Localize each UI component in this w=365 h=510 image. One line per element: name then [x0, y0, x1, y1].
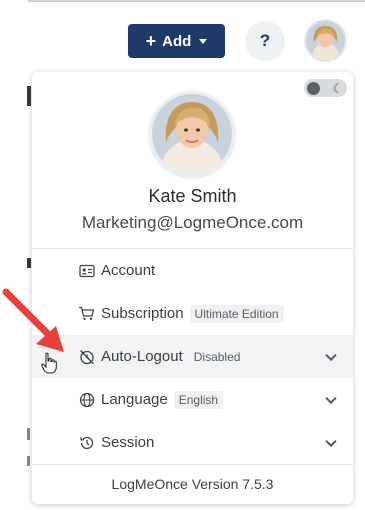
- background-fragment: [27, 258, 31, 268]
- avatar-image: [152, 94, 232, 174]
- background-fragment: [27, 456, 30, 466]
- annotation-arrow-icon: [2, 288, 64, 352]
- user-email: Marketing@LogmeOnce.com: [81, 213, 304, 232]
- add-button-label: Add: [162, 32, 192, 50]
- menu-item-label: Session: [101, 434, 155, 451]
- profile-avatar: [149, 91, 235, 177]
- add-button[interactable]: + Add: [128, 24, 225, 58]
- toggle-knob: [307, 81, 320, 95]
- menu-item-account[interactable]: Account: [32, 249, 353, 292]
- menu-item-language[interactable]: Language English: [32, 378, 353, 421]
- user-name: Kate Smith: [148, 186, 237, 206]
- menu-item-label: Language: [101, 391, 168, 408]
- id-card-icon: [78, 262, 95, 279]
- app-version: LogMeOnce Version 7.5.3: [111, 476, 274, 492]
- background-fragment: [27, 86, 31, 106]
- cart-icon: [78, 305, 95, 322]
- menu-item-session[interactable]: Session: [32, 421, 353, 464]
- timer-off-icon: [78, 348, 95, 365]
- globe-icon: [78, 391, 95, 408]
- menu-item-auto-logout[interactable]: Auto-Logout Disabled: [32, 335, 353, 378]
- caret-down-icon: [199, 38, 208, 44]
- menu-item-subscription[interactable]: Subscription Ultimate Edition: [32, 292, 353, 335]
- chevron-down-icon[interactable]: [325, 349, 337, 361]
- subscription-badge: Ultimate Edition: [189, 304, 284, 323]
- menu-item-label: Auto-Logout: [101, 348, 183, 365]
- history-icon: [78, 434, 95, 451]
- avatar-image: [306, 21, 345, 60]
- hand-pointer-icon: [41, 352, 57, 374]
- chevron-down-icon[interactable]: [325, 435, 337, 447]
- auto-logout-badge: Disabled: [193, 349, 241, 364]
- help-button-label: ?: [259, 31, 271, 50]
- user-avatar-button[interactable]: [304, 19, 347, 62]
- moon-icon: ☾: [332, 80, 344, 96]
- background-fragment: [27, 428, 30, 440]
- profile-dropdown-menu: ☾ Kate Smith Marketing@LogmeOnce.com Acc…: [32, 72, 353, 504]
- chevron-down-icon[interactable]: [325, 392, 337, 404]
- menu-item-label: Subscription: [101, 305, 184, 322]
- menu-item-label: Account: [101, 262, 156, 279]
- language-badge: English: [173, 390, 224, 409]
- plus-icon: +: [145, 31, 157, 51]
- dark-mode-toggle[interactable]: ☾: [304, 79, 347, 97]
- help-button[interactable]: ?: [245, 21, 285, 61]
- divider: [32, 464, 353, 465]
- top-border-line: [28, 0, 365, 2]
